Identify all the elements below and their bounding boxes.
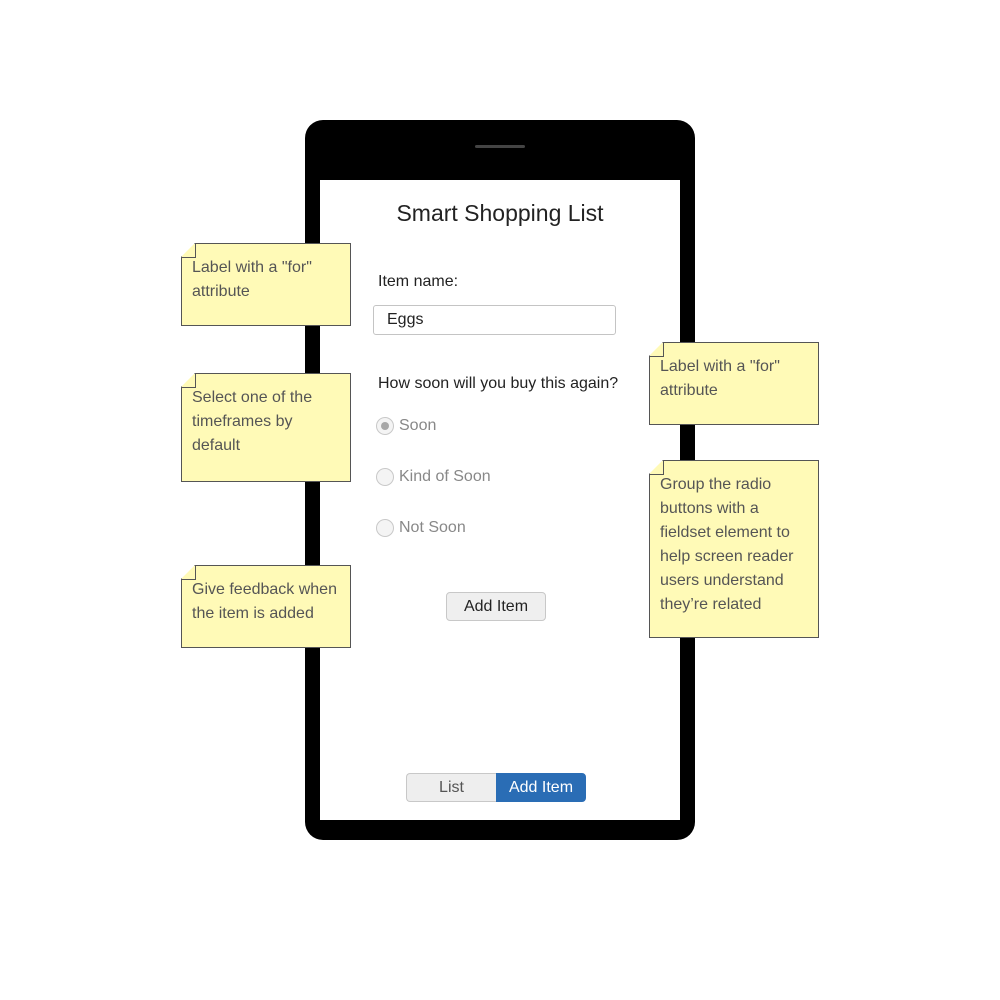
note-text: Give feedback when the item is added <box>192 581 337 622</box>
note-text: Select one of the timeframes by default <box>192 389 313 454</box>
radio-option-kind-of-soon[interactable]: Kind of Soon <box>376 468 491 486</box>
phone-speaker <box>475 145 525 148</box>
note-text: Label with a "for" attribute <box>192 259 312 300</box>
radio-label-kind-of-soon: Kind of Soon <box>399 468 491 485</box>
frequency-question: How soon will you buy this again? <box>378 375 619 392</box>
bottom-nav: List Add Item <box>406 773 586 802</box>
radio-button[interactable] <box>376 468 394 486</box>
item-name-label: Item name: <box>378 273 459 290</box>
note-fold-line <box>649 342 664 357</box>
nav-tab-add-item[interactable]: Add Item <box>496 773 586 802</box>
note-text: Label with a "for" attribute <box>660 358 780 399</box>
radio-option-not-soon[interactable]: Not Soon <box>376 519 466 537</box>
sticky-note: Label with a "for" attribute <box>181 243 351 326</box>
sticky-note: Give feedback when the item is added <box>181 565 351 648</box>
note-fold-line <box>649 460 664 475</box>
radio-button-checked[interactable] <box>376 417 394 435</box>
sticky-note: Group the radio buttons with a fieldset … <box>649 460 819 638</box>
radio-button[interactable] <box>376 519 394 537</box>
nav-tab-list[interactable]: List <box>406 773 496 802</box>
radio-option-soon[interactable]: Soon <box>376 417 436 435</box>
add-item-button[interactable]: Add Item <box>446 592 546 621</box>
note-text: Group the radio buttons with a fieldset … <box>660 476 794 613</box>
item-name-input[interactable] <box>373 305 616 335</box>
sticky-note: Label with a "for" attribute <box>649 342 819 425</box>
radio-label-not-soon: Not Soon <box>399 519 466 536</box>
phone-screen: Smart Shopping List Item name: How soon … <box>320 180 680 820</box>
sticky-note: Select one of the timeframes by default <box>181 373 351 482</box>
phone-frame: Smart Shopping List Item name: How soon … <box>305 120 695 840</box>
note-fold-line <box>181 243 196 258</box>
note-fold-line <box>181 373 196 388</box>
note-fold-line <box>181 565 196 580</box>
radio-label-soon: Soon <box>399 417 437 434</box>
canvas: Smart Shopping List Item name: How soon … <box>0 0 1000 1000</box>
app-title: Smart Shopping List <box>396 200 604 226</box>
